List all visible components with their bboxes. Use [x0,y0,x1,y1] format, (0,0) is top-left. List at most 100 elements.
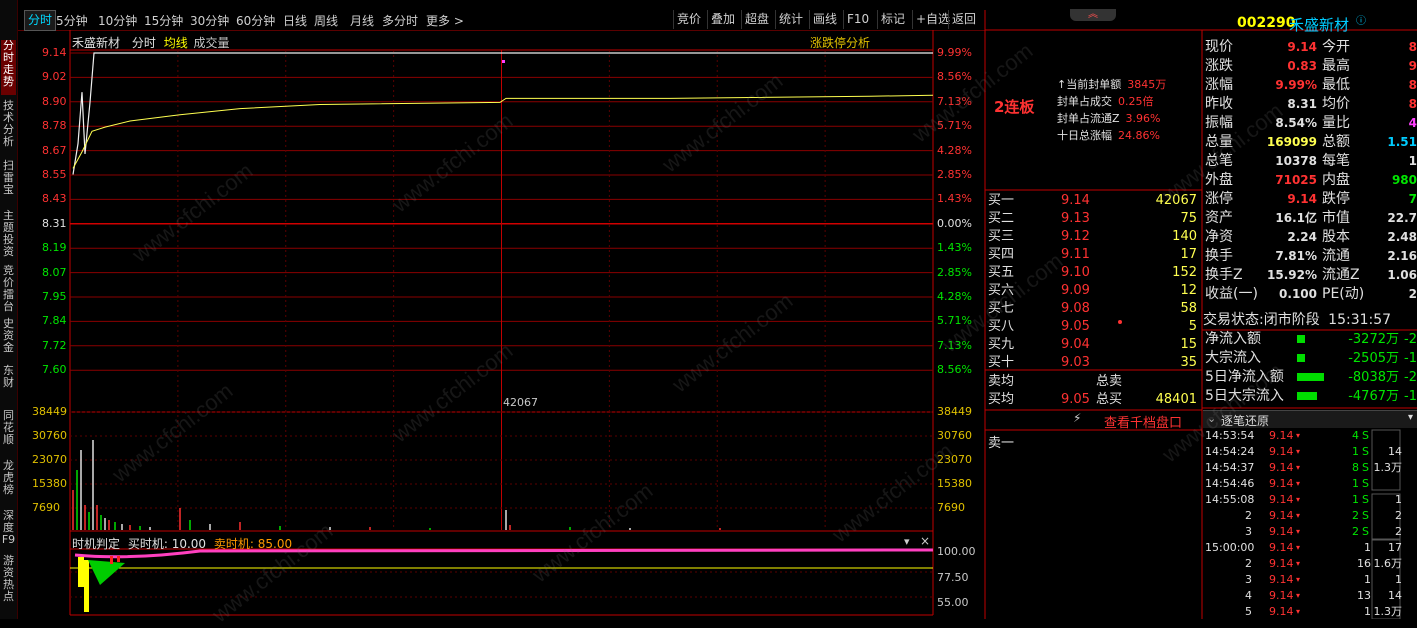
bid-label: 买四 [988,247,1015,262]
tick-panel-menu-icon[interactable]: ▾ [1408,412,1413,423]
quote-label: 涨停 [1205,191,1233,207]
stock-name: 禾盛新材 [72,36,121,50]
tick-amount: 2 [1395,525,1402,538]
tick-price: 9.14 [1269,557,1294,570]
lightning-icon: ⚡ [1073,411,1082,425]
quote-label-2: 流通Z [1322,267,1360,283]
indicator-fill [88,560,125,585]
tick-row[interactable]: 14:53:54 9.14 ▾ 4 S [1205,428,1417,444]
quote-value-2: 1.06 [1387,268,1417,282]
status-value: 闭市阶段 [1263,312,1320,328]
limit-info-row: 封单占流通Z 3.96% [1057,110,1161,126]
tick-panel-title[interactable]: 逐笔还原 [1221,412,1269,429]
quote-value-2: 1.51 [1387,135,1417,149]
tick-row[interactable]: 14:55:08 9.14 ▾ 1 S 1 [1205,492,1417,508]
bid-level[interactable]: 买二 9.13 75 [988,210,1200,228]
tick-row[interactable]: 3 9.14 ▾ 1 1 [1205,572,1417,588]
tick-arrow-icon: ▾ [1296,543,1301,552]
bid-level[interactable]: 买四 9.11 17 [988,246,1200,264]
tick-row[interactable]: 2 9.14 ▾ 2 S 2 [1205,508,1417,524]
indicator-menu-icon[interactable]: ▾ [904,535,910,548]
vol-label[interactable]: 成交量 [194,36,230,50]
limit-info-label: 封单占流通Z [1057,112,1120,125]
tick-row[interactable]: 2 9.14 ▾ 16 1.6万 [1205,556,1417,572]
sell-summary-row: 卖均 总卖 [988,373,1200,391]
tick-arrow-icon: ▾ [1296,479,1301,488]
limit-analysis-link[interactable]: 涨跌停分析 [810,34,870,51]
quote-label-2: 今开 [1322,39,1350,55]
bid-price: 9.13 [1061,211,1090,226]
trade-status: 交易状态:闭市阶段 15:31:57 [1203,310,1391,330]
bid-price: 9.14 [1061,193,1090,208]
collapse-icon[interactable]: ⌄ [1207,412,1216,425]
thousand-level-link[interactable]: 查看千档盘口 [1104,412,1182,431]
quote-row: 换手 7.81% 流通 2.16 [1205,247,1417,266]
bid-level[interactable]: 买九 9.04 15 [988,336,1200,354]
indicator-close-icon[interactable]: × [920,534,930,548]
quote-value: 9.14 [1287,192,1317,206]
quote-row: 换手Z 15.92% 流通Z 1.06 [1205,266,1417,285]
tick-row[interactable]: 5 9.14 ▾ 1 1.3万 [1205,604,1417,620]
quote-label: 振幅 [1205,115,1233,131]
quote-value-2: 1 [1408,154,1417,168]
bid-level[interactable]: 买三 9.12 140 [988,228,1200,246]
quote-label-2: 内盘 [1322,172,1350,188]
limit-info-row: 十日总涨幅 24.86% [1057,127,1160,143]
tick-price: 9.14 [1269,429,1294,442]
limit-info-value: 3.96% [1125,112,1161,125]
tick-time: 3 [1245,525,1252,538]
flow-extra: -2 [1404,370,1417,385]
bid-level[interactable]: 买五 9.10 152 [988,264,1200,282]
avg-label[interactable]: 均线 [164,36,188,50]
tick-row[interactable]: 14:54:24 9.14 ▾ 1 S 14 [1205,444,1417,460]
tick-amount: 14 [1388,589,1402,602]
info-icon[interactable]: ⓘ [1356,12,1366,27]
quote-value-2: 9 [1408,59,1417,73]
bid-level[interactable]: 买一 9.14 42067 [988,192,1200,210]
bid-level[interactable]: 买十 9.03 35 [988,354,1200,372]
tick-amount: 1.3万 [1373,605,1403,618]
bid-level[interactable]: 买六 9.09 12 [988,282,1200,300]
percent-tick-label: 7.13% [937,94,972,108]
tick-row[interactable]: 15:00:00 9.14 ▾ 1 17 [1205,540,1417,556]
capital-flow-row: 净流入额 -3272万 -2 [1205,330,1417,349]
tick-time: 2 [1245,509,1252,522]
tick-amount: 2 [1395,509,1402,522]
limit-info-value: 3845万 [1127,78,1167,91]
indicator-name[interactable]: 时机判定 [72,537,120,551]
event-marker [502,60,505,63]
quote-row: 现价 9.14 今开 8 [1205,38,1417,57]
tick-side: S [1362,461,1369,474]
bid-price: 9.09 [1061,283,1090,298]
quote-row: 总笔 10378 每笔 1 [1205,152,1417,171]
price-tick-label: 7.84 [42,314,67,328]
buy-total-label: 总买 [1096,392,1123,407]
bid-price: 9.04 [1061,337,1090,352]
bid-label: 买八 [988,319,1015,334]
tick-amount: 1.3万 [1373,461,1403,474]
tick-row[interactable]: 14:54:46 9.14 ▾ 1 S [1205,476,1417,492]
tick-side: S [1362,509,1369,522]
volume-tick-label: 38449 [32,405,67,418]
tick-arrow-icon: ▾ [1296,447,1301,456]
bid-level[interactable]: 买八 9.05 5 [988,318,1200,336]
percent-tick-label: 5.71% [937,119,972,133]
quote-label: 收益(一) [1205,286,1258,302]
quote-label: 昨收 [1205,96,1233,112]
indicator-bar [78,557,84,587]
quote-label: 涨幅 [1205,77,1233,93]
bid-volume: 75 [1180,211,1197,226]
tick-time: 14:54:37 [1205,461,1255,474]
tick-price: 9.14 [1269,509,1294,522]
bid-level[interactable]: 买七 9.08 58 [988,300,1200,318]
tick-row[interactable]: 14:54:37 9.14 ▾ 8 S 1.3万 [1205,460,1417,476]
tick-arrow-icon: ▾ [1296,591,1301,600]
tick-row[interactable]: 4 9.14 ▾ 13 14 [1205,588,1417,604]
flow-value: -2505万 [1348,351,1399,366]
quote-label-2: PE(动) [1322,286,1365,302]
tick-row[interactable]: 3 9.14 ▾ 2 S 2 [1205,524,1417,540]
tick-amount: 1.6万 [1373,557,1403,570]
quote-row: 涨停 9.14 跌停 7 [1205,190,1417,209]
limit-info-row: ↑当前封单额 3845万 [1057,76,1166,92]
tick-volume: 13 [1357,589,1371,602]
